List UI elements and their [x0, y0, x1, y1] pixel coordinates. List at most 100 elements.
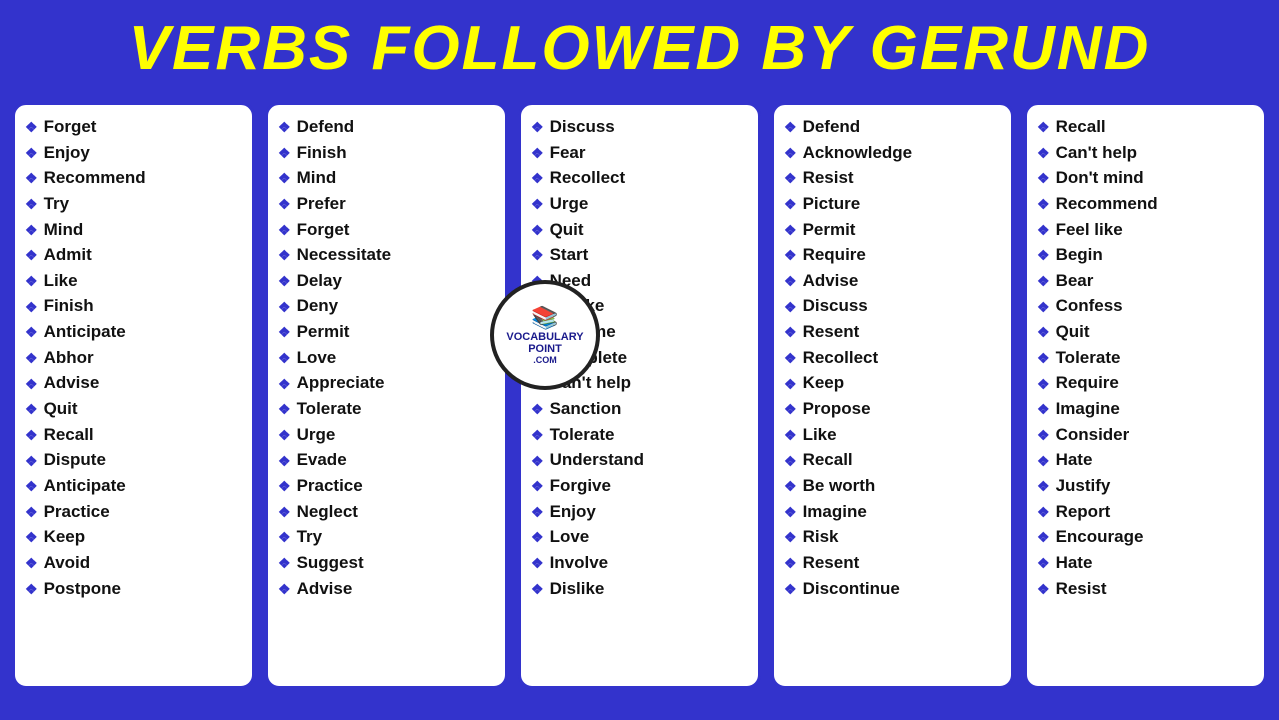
diamond-icon: ❖: [278, 451, 291, 471]
diamond-icon: ❖: [278, 502, 291, 522]
list-item: ❖Finish: [278, 141, 497, 166]
list-item: ❖Prefer: [278, 192, 497, 217]
item-label: Postpone: [44, 577, 121, 602]
diamond-icon: ❖: [784, 579, 797, 599]
list-item: ❖Understand: [531, 448, 750, 473]
item-label: Neglect: [297, 500, 358, 525]
list-item: ❖Require: [1037, 371, 1256, 396]
diamond-icon: ❖: [784, 143, 797, 163]
list-item: ❖Tolerate: [1037, 346, 1256, 371]
diamond-icon: ❖: [784, 117, 797, 137]
diamond-icon: ❖: [25, 245, 38, 265]
list-item: ❖Justify: [1037, 474, 1256, 499]
item-label: Resist: [803, 166, 854, 191]
item-label: Prefer: [297, 192, 346, 217]
item-label: Advise: [297, 577, 353, 602]
item-label: Advise: [803, 269, 859, 294]
list-item: ❖ Love: [278, 346, 497, 371]
item-label: Anticipate: [44, 320, 126, 345]
item-label: Resist: [1056, 577, 1107, 602]
diamond-icon: ❖: [25, 348, 38, 368]
logo-text-bottom: .COM: [533, 355, 557, 365]
diamond-icon: ❖: [531, 399, 544, 419]
item-label: Mind: [297, 166, 337, 191]
diamond-icon: ❖: [784, 271, 797, 291]
item-label: Imagine: [1056, 397, 1120, 422]
diamond-icon: ❖: [531, 425, 544, 445]
item-label: Discuss: [803, 294, 868, 319]
list-item: ❖ Acknowledge: [784, 141, 1003, 166]
diamond-icon: ❖: [784, 527, 797, 547]
diamond-icon: ❖: [278, 348, 291, 368]
item-label: Don't mind: [1056, 166, 1144, 191]
diamond-icon: ❖: [25, 322, 38, 342]
item-label: Recollect: [803, 346, 879, 371]
item-label: Start: [550, 243, 589, 268]
diamond-icon: ❖: [531, 143, 544, 163]
list-item: ❖Imagine: [784, 500, 1003, 525]
list-item: ❖Deny: [278, 294, 497, 319]
diamond-icon: ❖: [278, 425, 291, 445]
list-item: ❖Tolerate: [278, 397, 497, 422]
diamond-icon: ❖: [278, 220, 291, 240]
diamond-icon: ❖: [1037, 425, 1050, 445]
item-label: Resent: [803, 551, 860, 576]
logo-text-top: VOCABULARYPOINT: [506, 331, 583, 355]
content-area: ❖Forget❖Enjoy❖Recommend❖Try❖Mind❖Admit❖L…: [0, 94, 1279, 699]
item-label: Dispute: [44, 448, 106, 473]
list-item: ❖Discontinue: [784, 577, 1003, 602]
item-label: Tolerate: [1056, 346, 1121, 371]
list-item: ❖Forget: [25, 115, 244, 140]
list-item: ❖Defend: [278, 115, 497, 140]
list-item: ❖Necessitate: [278, 243, 497, 268]
item-label: Resent: [803, 320, 860, 345]
item-label: Appreciate: [297, 371, 385, 396]
diamond-icon: ❖: [784, 194, 797, 214]
list-item: ❖Recall: [1037, 115, 1256, 140]
diamond-icon: ❖: [25, 553, 38, 573]
diamond-icon: ❖: [1037, 374, 1050, 394]
list-item: ❖ Advise: [784, 269, 1003, 294]
item-label: Admit: [44, 243, 92, 268]
diamond-icon: ❖: [25, 579, 38, 599]
list-item: ❖Feel like: [1037, 218, 1256, 243]
diamond-icon: ❖: [278, 271, 291, 291]
item-label: Quit: [550, 218, 584, 243]
diamond-icon: ❖: [1037, 502, 1050, 522]
diamond-icon: ❖: [784, 451, 797, 471]
page-title: VERBS FOLLOWED BY GERUND: [20, 18, 1259, 80]
list-item: ❖ Discuss: [784, 294, 1003, 319]
list-item: ❖Risk: [784, 525, 1003, 550]
list-item: ❖Mind: [25, 218, 244, 243]
diamond-icon: ❖: [25, 297, 38, 317]
diamond-icon: ❖: [1037, 476, 1050, 496]
list-item: ❖ Admit: [25, 243, 244, 268]
list-item: ❖Abhor: [25, 346, 244, 371]
item-label: Try: [297, 525, 323, 550]
item-label: Defend: [803, 115, 861, 140]
list-item: ❖Dislike: [531, 577, 750, 602]
item-label: Acknowledge: [803, 141, 913, 166]
diamond-icon: ❖: [531, 194, 544, 214]
item-label: Practice: [44, 500, 110, 525]
list-item: ❖Evade: [278, 448, 497, 473]
list-item: ❖Bear: [1037, 269, 1256, 294]
list-item: ❖Like: [25, 269, 244, 294]
diamond-icon: ❖: [784, 297, 797, 317]
list-item: ❖Sanction: [531, 397, 750, 422]
item-label: Picture: [803, 192, 861, 217]
item-label: Fear: [550, 141, 586, 166]
diamond-icon: ❖: [25, 143, 38, 163]
list-item: ❖Try: [25, 192, 244, 217]
item-label: Love: [297, 346, 337, 371]
diamond-icon: ❖: [1037, 271, 1050, 291]
item-label: Be worth: [803, 474, 876, 499]
diamond-icon: ❖: [25, 399, 38, 419]
diamond-icon: ❖: [25, 117, 38, 137]
item-label: Require: [803, 243, 866, 268]
list-item: ❖Keep: [784, 371, 1003, 396]
item-label: Deny: [297, 294, 339, 319]
diamond-icon: ❖: [1037, 168, 1050, 188]
item-label: Recommend: [44, 166, 146, 191]
diamond-icon: ❖: [1037, 451, 1050, 471]
